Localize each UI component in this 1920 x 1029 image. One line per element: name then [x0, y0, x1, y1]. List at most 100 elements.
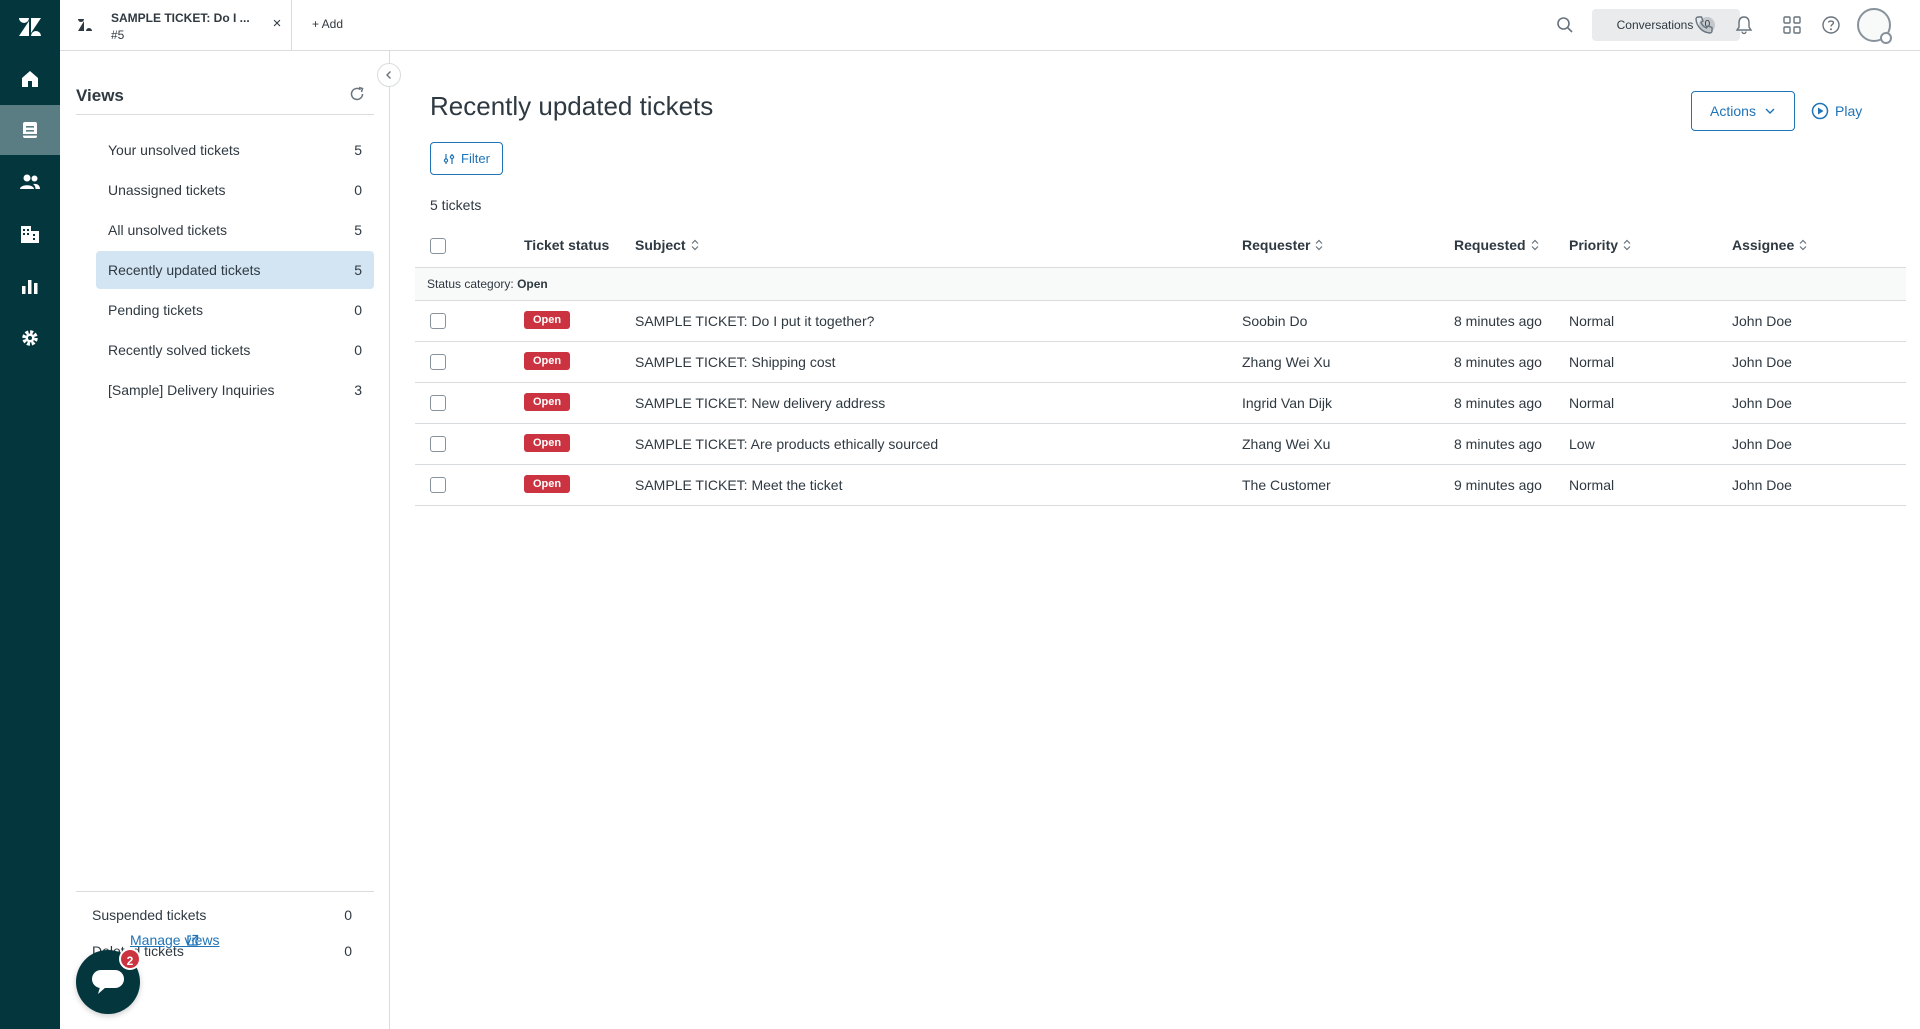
manage-views-link[interactable]: Manage views	[130, 932, 220, 948]
ticket-subject-link[interactable]: SAMPLE TICKET: New delivery address	[635, 395, 885, 411]
sort-icon	[1799, 239, 1807, 251]
assignee-cell: John Doe	[1732, 313, 1792, 329]
column-label: Requested	[1454, 237, 1526, 253]
rail-tickets[interactable]	[0, 105, 60, 155]
column-label: Requester	[1242, 237, 1311, 253]
rail-customers[interactable]	[0, 157, 60, 207]
sort-icon	[1531, 239, 1539, 251]
status-badge: Open	[524, 352, 571, 370]
ticket-subject-link[interactable]: SAMPLE TICKET: Meet the ticket	[635, 477, 842, 493]
rail-home[interactable]	[0, 54, 60, 104]
view-label: Recently solved tickets	[108, 342, 251, 358]
play-button[interactable]: Play	[1811, 99, 1862, 123]
view-label: Your unsolved tickets	[108, 142, 240, 158]
view-suspended[interactable]: Suspended tickets 0	[76, 901, 374, 931]
tab-title: SAMPLE TICKET: Do I ...	[111, 11, 250, 25]
organizations-icon	[21, 226, 39, 243]
view-label: Recently updated tickets	[108, 262, 261, 278]
requester-cell: The Customer	[1242, 477, 1331, 493]
ticket-subject-link[interactable]: SAMPLE TICKET: Do I put it together?	[635, 313, 874, 329]
apps-grid-icon[interactable]	[1782, 15, 1802, 35]
conversations-button[interactable]: Conversations 0	[1592, 9, 1740, 41]
collapse-views-button[interactable]	[377, 63, 401, 87]
ticket-subject-link[interactable]: SAMPLE TICKET: Are products ethically so…	[635, 436, 938, 452]
column-label: Priority	[1569, 237, 1619, 253]
zendesk-logo-icon[interactable]	[18, 16, 42, 38]
status-badge: Open	[524, 475, 571, 493]
page-title: Recently updated tickets	[430, 91, 714, 121]
chat-icon	[92, 970, 124, 994]
assignee-cell: John Doe	[1732, 477, 1792, 493]
table-row[interactable]: Open SAMPLE TICKET: Meet the ticket The …	[415, 465, 1906, 506]
view-count: 0	[354, 302, 362, 318]
view-all-unsolved[interactable]: All unsolved tickets 5	[96, 211, 374, 249]
ticket-tab-icon	[78, 19, 92, 31]
view-label: Pending tickets	[108, 302, 203, 318]
view-your-unsolved[interactable]: Your unsolved tickets 5	[96, 131, 374, 169]
row-checkbox[interactable]	[430, 477, 446, 493]
column-header-subject[interactable]: Subject	[635, 237, 699, 253]
sort-icon	[1623, 239, 1631, 251]
tickets-icon	[23, 122, 37, 138]
customers-icon	[20, 174, 40, 189]
column-label: Subject	[635, 237, 686, 253]
add-tab-button[interactable]: + Add	[312, 17, 343, 31]
status-indicator	[1880, 32, 1892, 44]
conversations-label: Conversations	[1616, 18, 1694, 32]
home-icon	[22, 71, 38, 87]
requester-cell: Zhang Wei Xu	[1242, 436, 1331, 452]
bell-icon[interactable]	[1734, 15, 1754, 35]
play-label: Play	[1835, 103, 1863, 119]
table-row[interactable]: Open SAMPLE TICKET: Shipping cost Zhang …	[415, 342, 1906, 383]
table-row[interactable]: Open SAMPLE TICKET: Do I put it together…	[415, 301, 1906, 342]
column-header-priority[interactable]: Priority	[1569, 237, 1631, 253]
view-count: 3	[354, 382, 362, 398]
view-delivery-inquiries[interactable]: [Sample] Delivery Inquiries 3	[96, 371, 374, 409]
chevron-left-icon	[386, 71, 391, 79]
column-label: Ticket status	[524, 237, 610, 253]
rail-reporting[interactable]	[0, 261, 60, 311]
view-unassigned[interactable]: Unassigned tickets 0	[96, 171, 374, 209]
refresh-icon[interactable]	[348, 85, 366, 103]
assignee-cell: John Doe	[1732, 436, 1792, 452]
priority-cell: Low	[1569, 436, 1595, 452]
column-header-status[interactable]: Ticket status	[524, 237, 609, 253]
search-icon[interactable]	[1556, 16, 1574, 34]
close-icon[interactable]: ×	[269, 15, 285, 32]
phone-icon[interactable]	[1694, 15, 1714, 35]
table-header: Ticket status Subject Requester Requeste…	[415, 223, 1906, 268]
help-icon[interactable]	[1821, 15, 1841, 35]
rail-admin[interactable]	[0, 313, 60, 363]
sort-icon	[1316, 239, 1323, 251]
view-recently-solved[interactable]: Recently solved tickets 0	[96, 331, 374, 369]
filter-icon	[443, 153, 455, 164]
view-count: 0	[354, 342, 362, 358]
actions-button[interactable]: Actions	[1691, 91, 1795, 131]
row-checkbox[interactable]	[430, 436, 446, 452]
ticket-count: 5 tickets	[430, 197, 482, 213]
view-recently-updated[interactable]: Recently updated tickets 5	[96, 251, 374, 289]
column-header-requested[interactable]: Requested	[1454, 237, 1539, 253]
column-header-assignee[interactable]: Assignee	[1732, 237, 1807, 253]
priority-cell: Normal	[1569, 313, 1615, 329]
view-label: All unsolved tickets	[108, 222, 228, 238]
requester-cell: Soobin Do	[1242, 313, 1308, 329]
assignee-cell: John Doe	[1732, 354, 1792, 370]
row-checkbox[interactable]	[430, 313, 446, 329]
table-row[interactable]: Open SAMPLE TICKET: Are products ethical…	[415, 424, 1906, 465]
view-label: Suspended tickets	[92, 907, 207, 923]
rail-organizations[interactable]	[0, 209, 60, 259]
external-link-icon	[187, 934, 199, 946]
ticket-tab[interactable]: SAMPLE TICKET: Do I ... #5 ×	[60, 0, 292, 51]
filter-button[interactable]: Filter	[430, 142, 503, 175]
table-row[interactable]: Open SAMPLE TICKET: New delivery address…	[415, 383, 1906, 424]
select-all-checkbox[interactable]	[430, 238, 446, 254]
column-header-requester[interactable]: Requester	[1242, 237, 1323, 253]
status-category-prefix: Status category:	[427, 277, 514, 291]
ticket-subject-link[interactable]: SAMPLE TICKET: Shipping cost	[635, 354, 836, 370]
priority-cell: Normal	[1569, 477, 1615, 493]
row-checkbox[interactable]	[430, 395, 446, 411]
view-pending[interactable]: Pending tickets 0	[96, 291, 374, 329]
row-checkbox[interactable]	[430, 354, 446, 370]
main-content: Recently updated tickets Actions Play Fi…	[391, 51, 1920, 1029]
